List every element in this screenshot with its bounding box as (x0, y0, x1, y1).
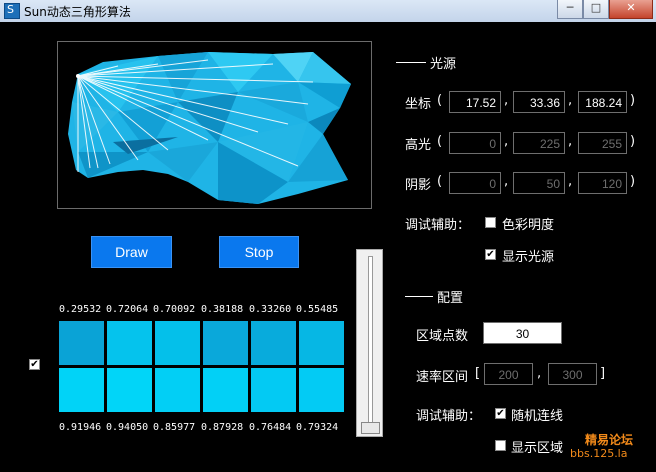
coord-comma-1: , (504, 93, 509, 108)
shadow-label: 阴影 (405, 178, 432, 193)
highlight-g-field[interactable]: 225 (513, 132, 565, 154)
swatch-top-value-3: 0.70092 (153, 304, 196, 315)
swatch-bottom-value-6: 0.79324 (296, 422, 339, 433)
shadow-r-field[interactable]: 0 (449, 172, 501, 194)
swatch-top-value-2: 0.72064 (106, 304, 149, 315)
swatch-bottom-1 (59, 368, 104, 412)
app-icon: S (4, 3, 20, 19)
window-title: Sun动态三角形算法 (24, 5, 131, 19)
coord-comma-2: , (568, 93, 573, 108)
config-debug-label: 调试辅助： (416, 409, 482, 424)
swatch-top-value-1: 0.29532 (59, 304, 102, 315)
coord-paren-close: ) (630, 93, 636, 108)
swatch-bottom-value-2: 0.94050 (106, 422, 149, 433)
swatch-bottom-6 (299, 368, 344, 412)
rate-bracket-close: ] (600, 366, 606, 381)
show-light-label[interactable]: 显示光源 (502, 246, 554, 265)
swatch-bottom-3 (155, 368, 200, 412)
coord-y-field[interactable]: 33.36 (513, 91, 565, 113)
rate-max-field[interactable]: 300 (548, 363, 597, 385)
coord-x-field[interactable]: 17.52 (449, 91, 501, 113)
swatch-top-value-5: 0.33260 (249, 304, 292, 315)
slider-thumb[interactable] (361, 422, 380, 434)
minimize-button[interactable]: ─ (557, 0, 583, 19)
swatch-top-5 (251, 321, 296, 365)
close-button[interactable]: ✕ (609, 0, 653, 19)
light-debug-label: 调试辅助： (405, 218, 471, 233)
app-icon-glyph: S (7, 3, 14, 16)
show-region-label[interactable]: 显示区域 (511, 437, 563, 456)
coord-z-field[interactable]: 188.24 (578, 91, 627, 113)
shadow-paren-open: ( (437, 174, 443, 189)
swatch-bottom-value-4: 0.87928 (201, 422, 244, 433)
swatch-bottom-value-1: 0.91946 (59, 422, 102, 433)
rate-range-label: 速率区间 (416, 370, 469, 385)
swatch-bottom-value-5: 0.76484 (249, 422, 292, 433)
coord-label: 坐标 (405, 97, 432, 112)
highlight-paren-open: ( (437, 134, 443, 149)
region-points-field[interactable]: 30 (483, 322, 562, 344)
vertical-slider[interactable] (356, 249, 383, 437)
swatch-bottom-4 (203, 368, 248, 412)
rate-comma: , (537, 366, 542, 381)
swatch-top-3 (155, 321, 200, 365)
highlight-r-field[interactable]: 0 (449, 132, 501, 154)
slider-groove (368, 256, 373, 432)
config-section-title: 配置 (437, 291, 464, 306)
highlight-comma-2: , (568, 134, 573, 149)
color-brightness-label[interactable]: 色彩明度 (502, 214, 554, 233)
swatch-top-4 (203, 321, 248, 365)
shadow-comma-1: , (504, 174, 509, 189)
title-bar: S Sun动态三角形算法 ─ □ ✕ (0, 0, 656, 22)
random-line-label[interactable]: 随机连线 (511, 405, 563, 424)
swatch-top-value-4: 0.38188 (201, 304, 244, 315)
color-brightness-checkbox[interactable] (485, 217, 496, 228)
show-light-checkbox[interactable]: ✔ (485, 249, 496, 260)
highlight-b-field[interactable]: 255 (578, 132, 627, 154)
triangle-preview-canvas[interactable] (57, 41, 372, 209)
region-points-label: 区域点数 (416, 329, 469, 344)
rate-bracket-open: [ (475, 366, 481, 381)
highlight-paren-close: ) (630, 134, 636, 149)
highlight-comma-1: , (504, 134, 509, 149)
draw-button[interactable]: Draw (91, 236, 172, 268)
swatch-bottom-value-3: 0.85977 (153, 422, 196, 433)
rate-min-field[interactable]: 200 (484, 363, 533, 385)
highlight-label: 高光 (405, 138, 432, 153)
swatch-bottom-5 (251, 368, 296, 412)
shadow-paren-close: ) (630, 174, 636, 189)
triangle-mesh (68, 52, 351, 204)
swatch-top-2 (107, 321, 152, 365)
random-line-checkbox[interactable]: ✔ (495, 408, 506, 419)
swatch-top-value-6: 0.55485 (296, 304, 339, 315)
light-section-rule (396, 62, 426, 63)
swatch-top-1 (59, 321, 104, 365)
swatch-top-6 (299, 321, 344, 365)
coord-paren-open: ( (437, 93, 443, 108)
light-section-title: 光源 (430, 57, 457, 72)
watermark-title: 精易论坛 (585, 433, 634, 447)
watermark-url: bbs.125.la (570, 447, 628, 460)
swatch-bottom-2 (107, 368, 152, 412)
shadow-comma-2: , (568, 174, 573, 189)
shadow-g-field[interactable]: 50 (513, 172, 565, 194)
stop-button[interactable]: Stop (219, 236, 299, 268)
config-section-rule (405, 296, 433, 297)
maximize-button[interactable]: □ (583, 0, 609, 19)
swatches-checkbox[interactable]: ✔ (29, 359, 40, 370)
shadow-b-field[interactable]: 120 (578, 172, 627, 194)
show-region-checkbox[interactable] (495, 440, 506, 451)
